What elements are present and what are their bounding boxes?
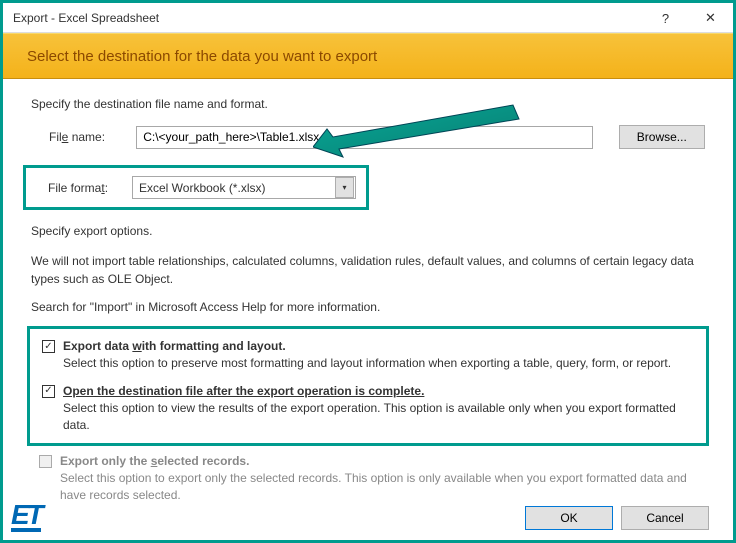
export-selected-checkbox bbox=[39, 455, 52, 468]
titlebar: Export - Excel Spreadsheet ? ✕ bbox=[3, 3, 733, 33]
file-format-highlight: File format: Excel Workbook (*.xlsx) ▾ bbox=[23, 165, 369, 210]
section-options-heading: Specify export options. bbox=[31, 224, 705, 238]
export-selected-desc: Select this option to export only the se… bbox=[60, 470, 705, 504]
file-format-combo[interactable]: Excel Workbook (*.xlsx) ▾ bbox=[132, 176, 356, 199]
open-after-export-desc: Select this option to view the results o… bbox=[63, 400, 694, 434]
export-options-highlight: Export data with formatting and layout. … bbox=[27, 326, 709, 446]
ok-button[interactable]: OK bbox=[525, 506, 613, 530]
close-icon[interactable]: ✕ bbox=[688, 3, 733, 33]
filename-label: File name: bbox=[49, 130, 132, 144]
et-logo: ET bbox=[11, 502, 41, 532]
open-after-export-checkbox[interactable] bbox=[42, 385, 55, 398]
browse-button[interactable]: Browse... bbox=[619, 125, 705, 149]
filename-input[interactable] bbox=[136, 126, 592, 149]
export-formatting-label: Export data with formatting and layout. bbox=[63, 339, 286, 353]
banner-heading: Select the destination for the data you … bbox=[3, 33, 733, 79]
file-format-label: File format: bbox=[48, 181, 128, 195]
open-after-export-label: Open the destination file after the expo… bbox=[63, 384, 424, 398]
export-formatting-desc: Select this option to preserve most form… bbox=[63, 355, 694, 372]
help-icon[interactable]: ? bbox=[643, 3, 688, 33]
window-title: Export - Excel Spreadsheet bbox=[13, 11, 159, 25]
chevron-down-icon[interactable]: ▾ bbox=[335, 177, 354, 198]
section-dest-heading: Specify the destination file name and fo… bbox=[31, 97, 705, 111]
export-formatting-checkbox[interactable] bbox=[42, 340, 55, 353]
file-format-value: Excel Workbook (*.xlsx) bbox=[133, 181, 334, 195]
info-help-note: Search for "Import" in Microsoft Access … bbox=[31, 298, 705, 316]
export-selected-label: Export only the selected records. bbox=[60, 454, 249, 468]
info-import-note: We will not import table relationships, … bbox=[31, 252, 705, 288]
cancel-button[interactable]: Cancel bbox=[621, 506, 709, 530]
